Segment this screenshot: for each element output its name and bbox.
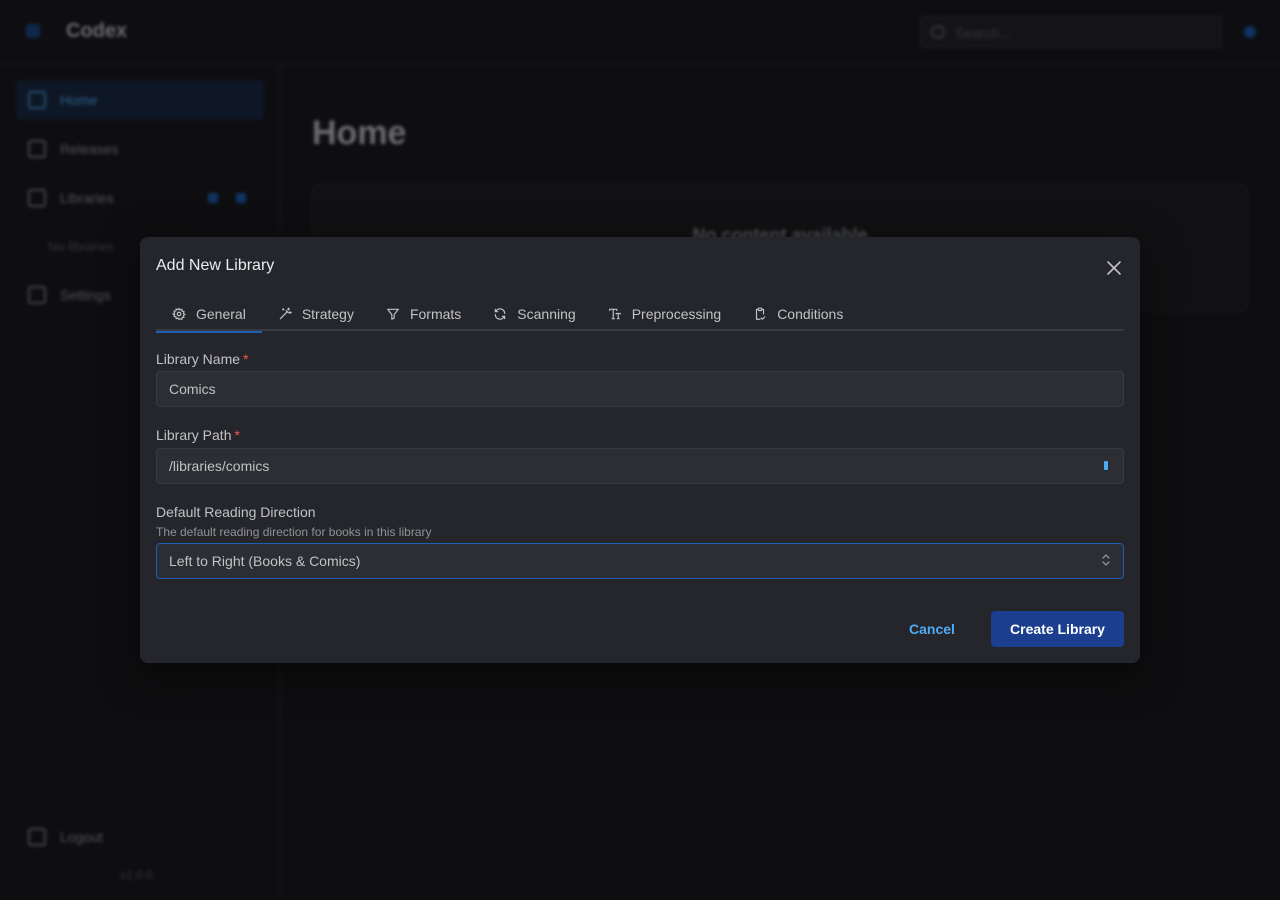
tab-strategy[interactable]: Strategy	[262, 297, 370, 331]
browse-folder-icon[interactable]	[1104, 461, 1108, 470]
field-label-text: Library Path	[156, 427, 232, 443]
reading-direction-label: Default Reading Direction	[156, 504, 316, 520]
gear-icon	[172, 307, 186, 321]
tab-label: Conditions	[777, 306, 844, 322]
text-size-icon	[608, 308, 621, 320]
required-asterisk: *	[243, 351, 249, 367]
required-asterisk: *	[234, 427, 240, 443]
modal-title: Add New Library	[156, 257, 275, 274]
tab-label: General	[196, 306, 246, 322]
filter-icon	[387, 308, 399, 320]
refresh-icon	[495, 308, 506, 320]
library-name-input[interactable]	[156, 371, 1124, 407]
field-label-text: Library Name	[156, 351, 241, 367]
close-icon	[1107, 261, 1121, 275]
cancel-button[interactable]: Cancel	[892, 611, 972, 647]
tab-label: Formats	[409, 306, 462, 322]
tab-general[interactable]: General	[156, 297, 262, 333]
wand-icon	[279, 307, 292, 320]
tab-label: Strategy	[301, 306, 354, 322]
close-button[interactable]	[1103, 257, 1125, 279]
create-library-button[interactable]: Create Library	[991, 611, 1124, 647]
tab-preprocessing[interactable]: Preprocessing	[592, 297, 738, 331]
add-library-modal: Add New Library General Strategy Formats	[140, 237, 1140, 663]
reading-direction-description: The default reading direction for books …	[156, 525, 432, 539]
modal-tabs: General Strategy Formats Scanning Prepro…	[156, 297, 1124, 333]
tab-label: Preprocessing	[631, 306, 722, 322]
chevron-up-down-icon	[1102, 554, 1110, 566]
library-name-label: Library Name *	[156, 351, 248, 367]
tab-conditions[interactable]: Conditions	[737, 297, 859, 331]
tab-formats[interactable]: Formats	[370, 297, 477, 331]
library-path-label: Library Path *	[156, 427, 240, 443]
tab-label: Scanning	[517, 306, 576, 322]
library-path-input[interactable]	[156, 448, 1124, 484]
reading-direction-select[interactable]	[156, 543, 1124, 579]
clipboard-check-icon	[756, 307, 766, 320]
tab-scanning[interactable]: Scanning	[477, 297, 591, 331]
